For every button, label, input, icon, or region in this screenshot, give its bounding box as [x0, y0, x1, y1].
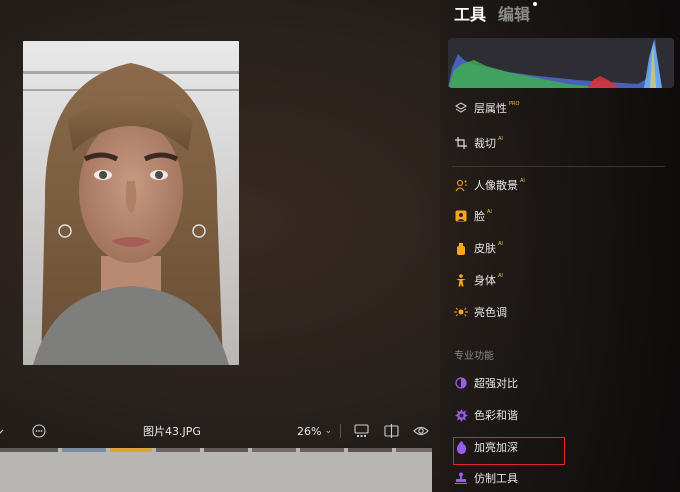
tool-skin[interactable]: 皮肤 AI	[454, 238, 503, 258]
tool-clone-stamp[interactable]: 仿制工具	[454, 468, 518, 488]
ai-badge: AI	[498, 273, 503, 279]
layers-icon	[454, 101, 468, 115]
tool-super-contrast[interactable]: 超强对比	[454, 373, 518, 393]
clone-stamp-icon	[454, 471, 468, 485]
filmstrip-thumb[interactable]	[0, 448, 58, 452]
presets-icon[interactable]	[354, 418, 369, 444]
filmstrip-thumb[interactable]	[62, 448, 106, 452]
ai-badge: AI	[487, 209, 492, 215]
notification-dot	[533, 2, 538, 6]
photo-preview[interactable]	[23, 41, 239, 365]
tool-label: 脸	[474, 210, 485, 223]
compare-icon[interactable]	[384, 418, 399, 444]
image-canvas[interactable]: 图片43.JPG 26% ⌄	[0, 0, 440, 492]
face-icon	[454, 209, 468, 223]
tool-label: 色彩和谐	[474, 409, 518, 422]
tool-label: 人像散景	[474, 179, 518, 192]
tool-crop[interactable]: 裁切 AI	[454, 133, 503, 153]
tool-label: 裁切	[474, 137, 496, 150]
skin-icon	[454, 241, 468, 255]
highlight-box	[453, 437, 565, 465]
tools-panel: 工具 编辑 层属性 PRO 裁切 AI 人像散景 AI 脸 AI 皮肤 AI 身…	[440, 0, 680, 492]
canvas-toolbar: 图片43.JPG 26% ⌄	[0, 418, 440, 444]
zoom-level[interactable]: 26% ⌄	[297, 418, 332, 444]
tool-label: 亮色调	[474, 306, 507, 319]
ai-badge: AI	[520, 178, 525, 184]
tool-body[interactable]: 身体 AI	[454, 270, 503, 290]
pro-section-title: 专业功能	[454, 351, 494, 362]
tab-edit[interactable]: 编辑	[498, 1, 538, 25]
chevron-down-icon[interactable]	[0, 418, 4, 444]
tool-label: 身体	[474, 274, 496, 287]
portrait-bokeh-icon	[454, 178, 468, 192]
toolbar-divider	[340, 424, 341, 438]
bright-tones-icon	[454, 305, 468, 319]
ai-badge: AI	[498, 136, 503, 142]
tool-layer-properties[interactable]: 层属性 PRO	[454, 98, 519, 118]
filmstrip[interactable]	[0, 448, 432, 492]
section-divider	[452, 166, 665, 167]
filename-label: 图片43.JPG	[143, 425, 201, 438]
tool-portrait-bokeh[interactable]: 人像散景 AI	[454, 175, 525, 195]
pro-badge: PRO	[509, 101, 520, 107]
histogram	[448, 38, 674, 88]
filmstrip-thumb[interactable]	[204, 448, 248, 452]
filmstrip-thumb-selected[interactable]	[110, 448, 152, 452]
tool-color-harmony[interactable]: 色彩和谐	[454, 405, 518, 425]
zoom-value: 26%	[297, 424, 322, 438]
tab-edit-label: 编辑	[498, 5, 531, 24]
filmstrip-thumb[interactable]	[252, 448, 296, 452]
filmstrip-thumb[interactable]	[300, 448, 344, 452]
eye-icon[interactable]	[413, 418, 429, 444]
tab-tools[interactable]: 工具	[454, 1, 486, 25]
zoom-caret: ⌄	[324, 426, 332, 436]
filmstrip-thumb[interactable]	[348, 448, 392, 452]
more-options-icon[interactable]	[32, 418, 46, 444]
tool-label: 超强对比	[474, 377, 518, 390]
tool-label: 皮肤	[474, 242, 496, 255]
super-contrast-icon	[454, 376, 468, 390]
filmstrip-thumb[interactable]	[396, 448, 432, 452]
panel-tabs: 工具 编辑	[454, 1, 538, 25]
tool-label: 层属性	[474, 102, 507, 115]
tool-face[interactable]: 脸 AI	[454, 206, 492, 226]
crop-icon	[454, 136, 468, 150]
tool-label: 仿制工具	[474, 472, 518, 485]
ai-badge: AI	[498, 241, 503, 247]
body-icon	[454, 273, 468, 287]
tool-bright-tones[interactable]: 亮色调	[454, 302, 507, 322]
color-harmony-icon	[454, 408, 468, 422]
filmstrip-thumb[interactable]	[156, 448, 200, 452]
